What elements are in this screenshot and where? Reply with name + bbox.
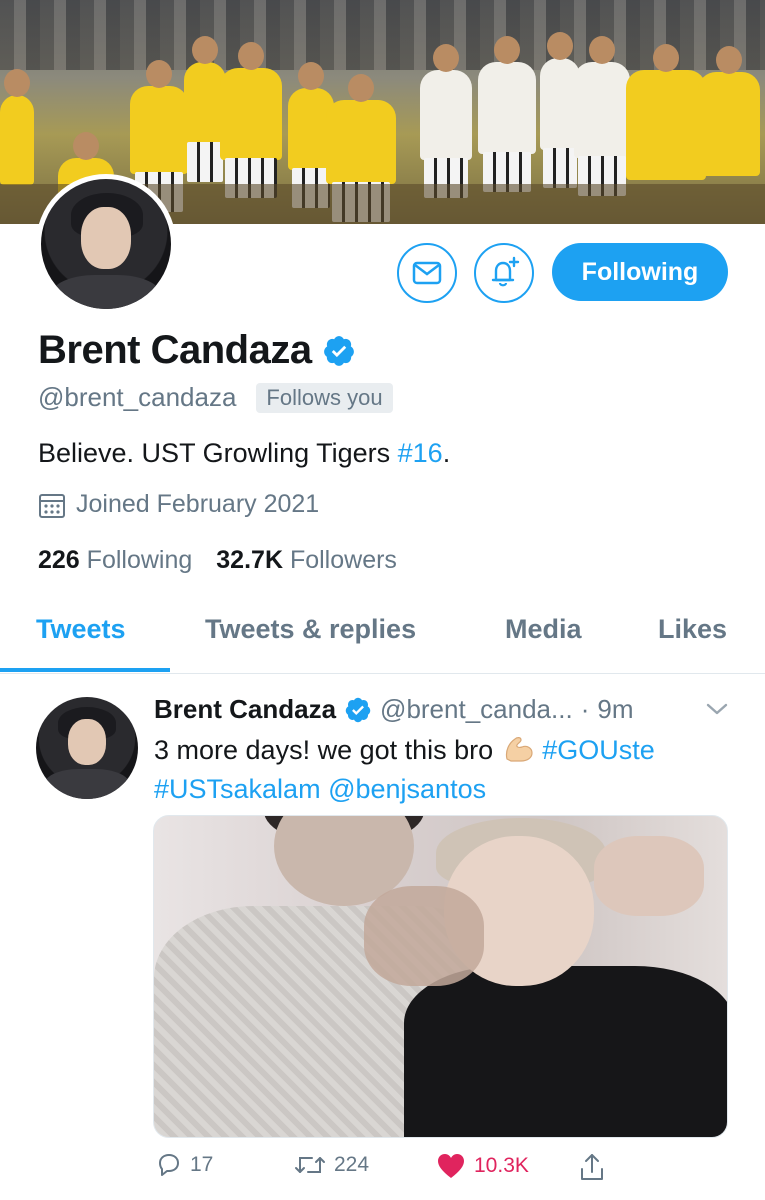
followers-label: Followers — [289, 546, 397, 574]
banner-player — [130, 60, 188, 212]
joined-label: Joined February 2021 — [76, 490, 320, 518]
followers-count: 32.7K — [216, 546, 283, 574]
message-button[interactable] — [397, 243, 457, 303]
verified-badge-icon — [345, 697, 371, 722]
banner-player — [626, 44, 706, 180]
profile-display-name: Brent Candaza — [38, 328, 356, 373]
envelope-icon — [412, 261, 442, 285]
hashtag-ustsakalam-link[interactable]: #USTsakalam — [154, 774, 321, 804]
notifications-button[interactable] — [474, 243, 534, 303]
bio-text: Believe. UST Growling Tigers — [38, 438, 398, 468]
tab-tweets[interactable]: Tweets — [36, 614, 126, 645]
verified-badge-icon — [323, 335, 354, 366]
reply-button[interactable]: 17 — [156, 1152, 213, 1178]
following-label: Following — [86, 546, 193, 574]
follows-you-badge: Follows you — [256, 382, 393, 413]
calendar-icon — [39, 493, 65, 518]
like-count: 10.3K — [474, 1154, 529, 1177]
banner-player — [220, 42, 282, 198]
banner-player — [574, 36, 630, 196]
tweet-header: Brent Candaza @brent_canda... · 9m — [154, 694, 633, 725]
like-button[interactable]: 10.3K — [436, 1152, 529, 1180]
tweet-image[interactable] — [153, 815, 728, 1138]
handle-row: @brent_candaza Follows you — [38, 382, 393, 413]
tweet-author-handle: @brent_canda... — [380, 694, 573, 724]
tweet-actions: 17 224 10.3K — [156, 1152, 756, 1188]
tab-tweets-replies[interactable]: Tweets & replies — [205, 614, 416, 645]
follow-counts: 226 Following 32.7K Followers — [38, 546, 397, 575]
profile-tabs: Tweets Tweets & replies Media Likes — [0, 596, 765, 674]
share-icon — [581, 1154, 603, 1180]
hashtag-gouste-link[interactable]: #GOUste — [542, 735, 655, 765]
chevron-down-icon[interactable] — [704, 700, 730, 718]
profile-bio: Believe. UST Growling Tigers #16. — [38, 438, 450, 469]
profile-avatar[interactable] — [36, 174, 176, 314]
bio-hashtag-link[interactable]: #16 — [398, 438, 443, 468]
bell-plus-icon — [491, 256, 520, 287]
banner-player — [0, 69, 34, 185]
banner-player — [326, 74, 396, 222]
reply-icon — [159, 1154, 179, 1176]
tweet-separator: · — [580, 694, 590, 724]
profile-handle: @brent_candaza — [38, 382, 237, 412]
retweet-count: 224 — [334, 1153, 370, 1176]
banner-crowd — [0, 0, 765, 70]
following-count-link[interactable]: 226 Following — [38, 546, 192, 575]
reply-count: 17 — [190, 1153, 214, 1176]
following-button[interactable]: Following — [552, 243, 728, 301]
banner-player — [420, 44, 472, 198]
retweet-button[interactable]: 224 — [294, 1152, 369, 1178]
flexed-biceps-icon — [505, 737, 533, 762]
following-count: 226 — [38, 546, 80, 574]
joined-date: Joined February 2021 — [38, 490, 319, 519]
display-name-text: Brent Candaza — [38, 328, 312, 372]
followers-count-link[interactable]: 32.7K Followers — [216, 546, 397, 575]
share-button[interactable] — [578, 1152, 606, 1182]
tab-media[interactable]: Media — [505, 614, 582, 645]
active-tab-indicator — [0, 668, 170, 672]
banner-player — [698, 46, 760, 176]
bio-end: . — [442, 438, 451, 468]
tab-likes[interactable]: Likes — [658, 614, 727, 645]
banner-player — [478, 36, 536, 192]
heart-filled-icon — [438, 1154, 464, 1178]
retweet-icon — [295, 1157, 325, 1173]
tweet-timestamp[interactable]: 9m — [597, 694, 633, 725]
tweet-text-line: 3 more days! we got this bro — [154, 735, 501, 765]
tweet-author-name[interactable]: Brent Candaza — [154, 694, 336, 725]
tweet-text: 3 more days! we got this bro #GOUste #US… — [154, 731, 734, 809]
mention-benjsantos-link[interactable]: @benjsantos — [328, 774, 486, 804]
tweet-author-avatar[interactable] — [36, 697, 138, 799]
